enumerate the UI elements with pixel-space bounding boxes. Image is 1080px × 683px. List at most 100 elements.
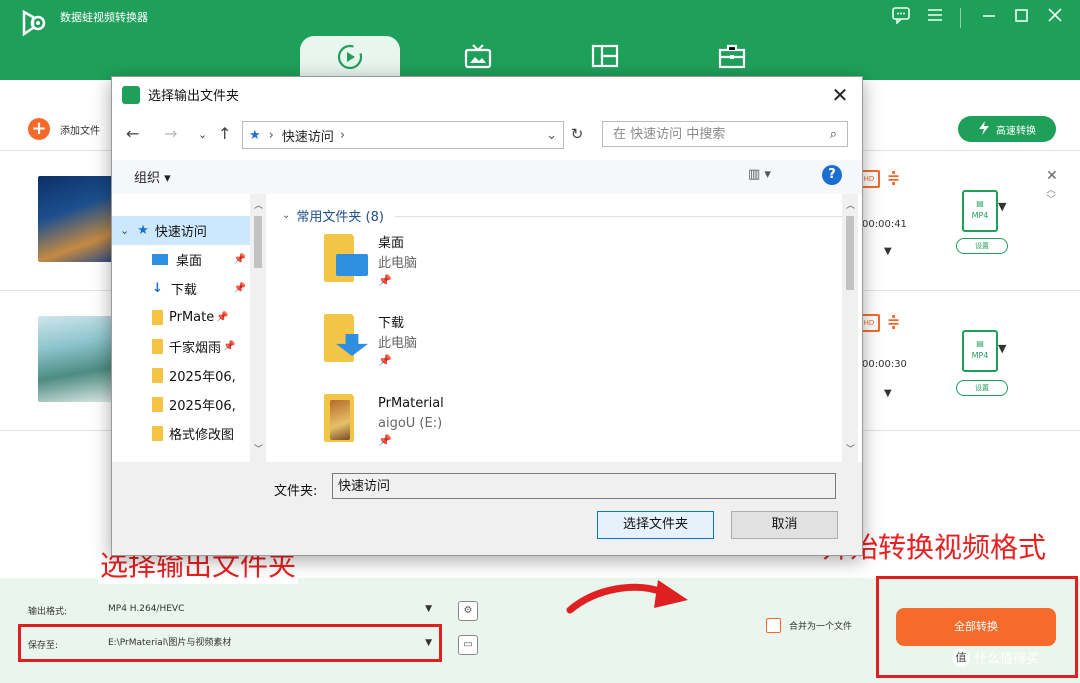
scroll-down-icon[interactable]: ﹀ [254, 442, 263, 455]
group-header[interactable]: ⌄ 常用文件夹 (8) [282, 206, 384, 225]
lightning-icon [978, 120, 990, 138]
chat-icon[interactable] [888, 6, 914, 28]
folder-icon [152, 339, 163, 354]
tab-tv[interactable] [428, 36, 528, 80]
dialog-close-icon[interactable]: ✕ [828, 83, 852, 107]
desktop-folder-icon [324, 234, 368, 282]
folder-icon [152, 310, 163, 325]
search-placeholder: 在 快速访问 中搜索 [613, 127, 726, 142]
nav-item-folder[interactable]: PrMate 📌 [112, 303, 250, 332]
nav-item-label: 2025年06, [169, 399, 236, 414]
chevron-down-icon[interactable]: ▼ [998, 200, 1006, 213]
duration: 00:00:41 [862, 219, 907, 230]
video-thumbnail[interactable] [38, 316, 114, 402]
back-icon[interactable]: ← [126, 124, 139, 143]
nav-scrollbar[interactable]: ︿ ﹀ [250, 194, 266, 462]
compare-icon[interactable]: ≑ [887, 168, 900, 187]
quick-item-location: 此电脑 [378, 256, 418, 271]
settings-gear-icon[interactable]: ⚙ [458, 601, 478, 621]
menu-icon[interactable] [922, 6, 948, 28]
navigation-pane: ⌄ ★ 快速访问 桌面 📌 ↓ 下载 📌 PrMate 📌 千家烟雨 📌 202… [112, 194, 267, 462]
nav-item-folder[interactable]: 2025年06, [112, 390, 250, 419]
star-icon: ★ [249, 127, 261, 143]
scroll-up-icon[interactable]: ︿ [846, 198, 855, 211]
folder-icon [152, 368, 163, 383]
address-text: 快速访问 [281, 129, 334, 145]
remove-icon[interactable]: ✕ [1046, 168, 1058, 184]
organize-menu[interactable]: 组织 ▾ [134, 167, 171, 186]
nav-item-label: 2025年06, [169, 370, 236, 385]
high-speed-button[interactable]: 高速转换 [958, 116, 1056, 142]
nav-item-downloads[interactable]: ↓ 下载 📌 [112, 274, 250, 303]
scrollbar-thumb[interactable] [254, 216, 262, 268]
tab-layout[interactable] [555, 36, 655, 80]
format-box-icon: ▤ [976, 339, 984, 348]
settings-button[interactable]: 设置 [956, 238, 1008, 254]
chevron-down-icon[interactable]: ▼ [884, 388, 892, 399]
nav-item-folder[interactable]: 2025年06, [112, 361, 250, 390]
scroll-up-icon[interactable]: ︿ [254, 198, 263, 211]
chevron-right-icon: › [339, 127, 346, 143]
search-icon: ⌕ [829, 127, 837, 142]
dialog-titlebar: 选择输出文件夹 [122, 85, 239, 104]
recent-chevron-icon[interactable]: ⌄ [198, 128, 207, 141]
nav-item-folder[interactable]: 格式修改图 [112, 419, 250, 448]
content-scrollbar[interactable]: ︿ ﹀ [842, 194, 858, 462]
quick-item-prmaterial[interactable]: PrMaterial aigoU (E:) 📌 [324, 394, 444, 447]
output-format-value: MP4 H.264/HEVC [108, 604, 185, 614]
search-input[interactable]: 在 快速访问 中搜索 ⌕ [602, 121, 848, 147]
add-file-button[interactable]: + 添加文件 [28, 118, 100, 140]
address-bar[interactable]: ★ › 快速访问 › ⌄ [242, 121, 564, 149]
format-box-icon: ▤ [976, 199, 984, 208]
collapse-chevron-icon: ⌄ [282, 210, 291, 221]
up-icon[interactable]: ↑ [218, 124, 231, 143]
pin-icon: 📌 [233, 283, 246, 294]
reorder-icon[interactable]: ︿ ﹀ [1046, 186, 1056, 206]
help-icon[interactable]: ? [822, 165, 842, 185]
select-folder-button[interactable]: 选择文件夹 [597, 511, 714, 539]
refresh-icon[interactable]: ↻ [566, 121, 588, 147]
red-arrow-icon [566, 576, 692, 620]
output-format-select[interactable]: MP4 H.264/HEVC ▼ [100, 598, 440, 620]
quick-item-location: aigoU (E:) [378, 416, 443, 431]
nav-item-label: PrMate [169, 310, 215, 325]
quick-item-downloads[interactable]: 下载 此电脑 📌 [324, 314, 417, 367]
scroll-down-icon[interactable]: ﹀ [846, 442, 855, 455]
close-icon[interactable] [1042, 6, 1068, 28]
output-format-label: 输出格式: [28, 607, 68, 617]
folder-input[interactable]: 快速访问 [332, 473, 836, 499]
view-options-icon[interactable]: ▥ ▾ [748, 167, 771, 182]
nav-item-desktop[interactable]: 桌面 📌 [112, 245, 250, 274]
annotation-box-save-to [18, 624, 442, 662]
format-badge[interactable]: ▤ MP4 [962, 330, 998, 372]
folder-icon [152, 397, 163, 412]
duration: 00:00:30 [862, 359, 907, 370]
tab-toolbox[interactable] [682, 36, 782, 80]
nav-item-label: 格式修改图 [169, 428, 235, 443]
merge-checkbox[interactable] [766, 618, 781, 633]
nav-item-folder[interactable]: 千家烟雨 📌 [112, 332, 250, 361]
format-badge[interactable]: ▤ MP4 [962, 190, 998, 232]
app-logo-icon [18, 8, 48, 38]
chevron-down-icon[interactable]: ▼ [998, 342, 1006, 355]
quick-item-desktop[interactable]: 桌面 此电脑 📌 [324, 234, 417, 287]
open-folder-icon[interactable]: ▭ [458, 635, 478, 655]
nav-item-quick-access[interactable]: ⌄ ★ 快速访问 [112, 216, 250, 245]
video-thumbnail[interactable] [38, 176, 114, 262]
pin-icon: 📌 [378, 434, 392, 447]
forward-icon[interactable]: → [164, 124, 177, 143]
chevron-down-icon[interactable]: ▼ [884, 246, 892, 257]
compare-icon[interactable]: ≑ [887, 312, 900, 331]
maximize-icon[interactable] [1008, 6, 1034, 28]
settings-button[interactable]: 设置 [956, 380, 1008, 396]
nav-item-label: 千家烟雨 [169, 341, 222, 356]
desktop-icon [152, 254, 168, 265]
cancel-button[interactable]: 取消 [731, 511, 838, 539]
chevron-down-icon[interactable]: ⌄ [546, 128, 557, 143]
minimize-icon[interactable] [976, 6, 1002, 28]
scrollbar-thumb[interactable] [846, 216, 854, 290]
merge-option[interactable]: 合并为一个文件 [766, 618, 852, 633]
quick-item-name: 桌面 [378, 236, 405, 251]
chevron-down-icon: ▼ [425, 604, 432, 614]
expand-chevron-icon: ⌄ [120, 224, 130, 237]
